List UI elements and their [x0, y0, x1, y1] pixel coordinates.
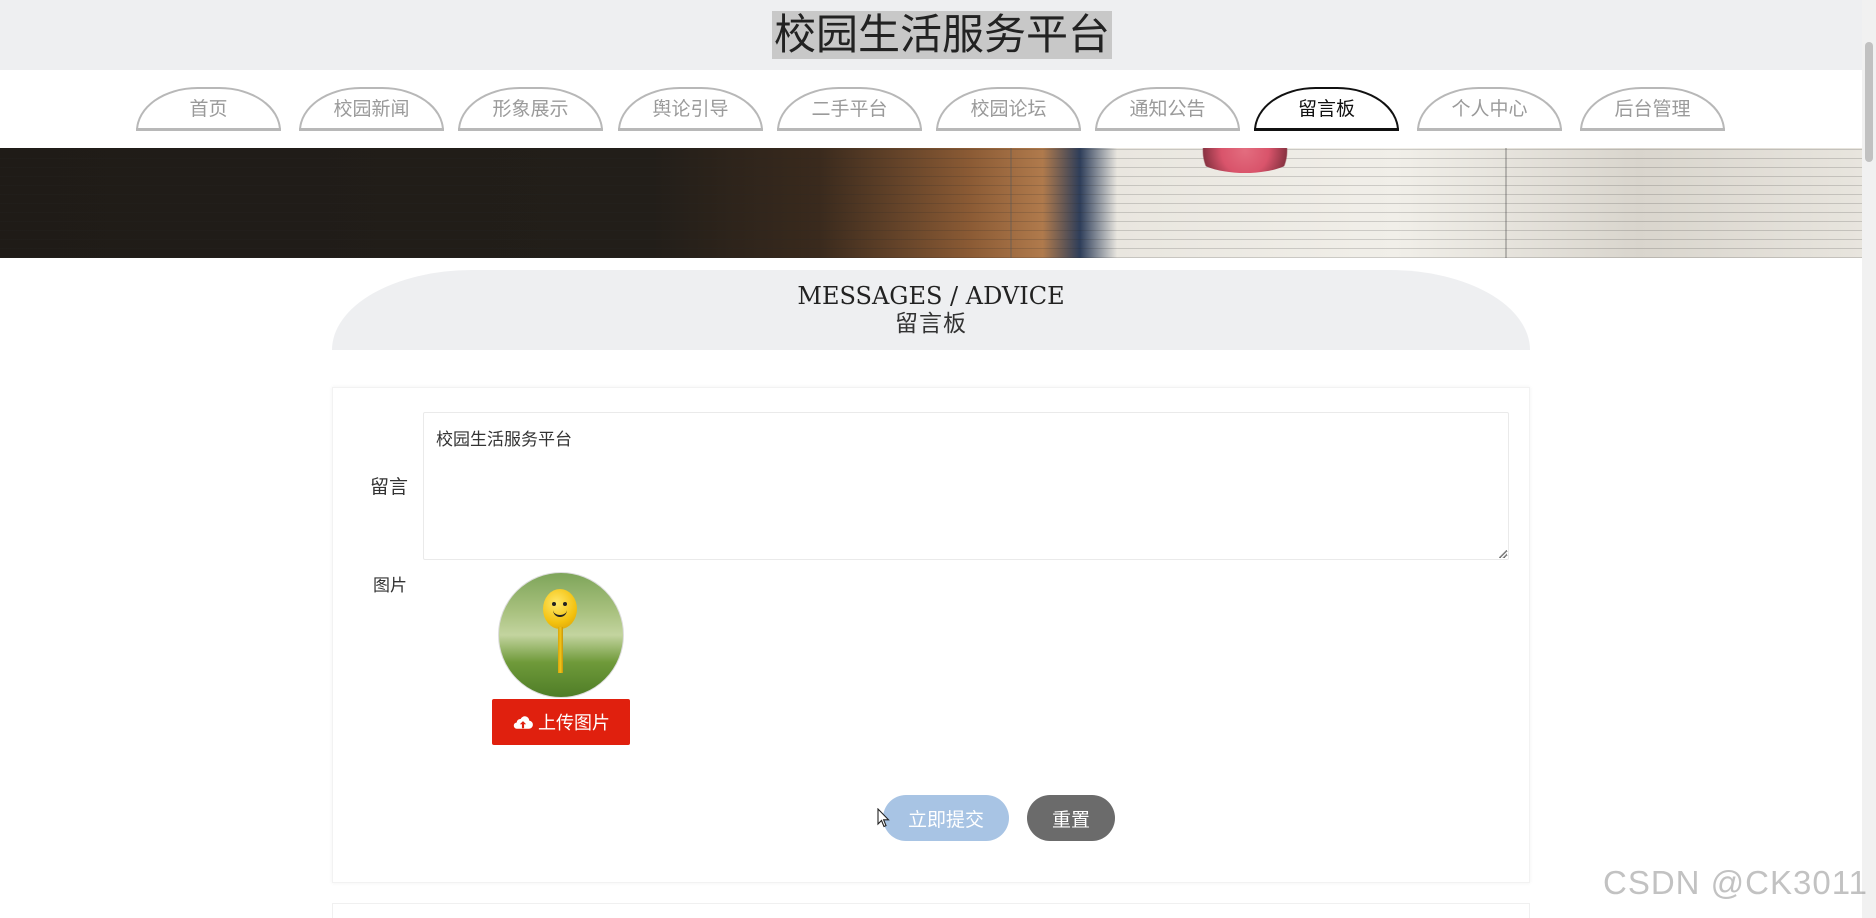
- main-nav: 首页 校园新闻 形象展示 舆论引导 二手平台 校园论坛 通知公告 留言板 个人中…: [0, 70, 1876, 148]
- message-label: 留言: [370, 476, 409, 498]
- banner-page-edge: [1010, 148, 1012, 258]
- section-title-en: MESSAGES / ADVICE: [797, 282, 1065, 310]
- smiley-ball: [543, 589, 577, 629]
- reset-button[interactable]: 重置: [1027, 795, 1115, 841]
- nav-item-campus-forum[interactable]: 校园论坛: [936, 87, 1081, 131]
- banner-page-fold: [1505, 148, 1507, 258]
- page-scrollbar[interactable]: [1862, 0, 1876, 918]
- image-label: 图片: [373, 576, 407, 596]
- nav-item-home[interactable]: 首页: [136, 87, 281, 131]
- submit-button[interactable]: 立即提交: [883, 795, 1009, 841]
- nav-item-public-opinion[interactable]: 舆论引导: [618, 87, 763, 131]
- nav-item-personal-center[interactable]: 个人中心: [1417, 87, 1562, 131]
- banner-image: [0, 148, 1862, 258]
- textarea-resize-handle[interactable]: [1499, 550, 1507, 558]
- nav-item-second-hand[interactable]: 二手平台: [777, 87, 922, 131]
- upload-image-button[interactable]: 上传图片: [492, 699, 630, 745]
- nav-item-campus-news[interactable]: 校园新闻: [299, 87, 444, 131]
- nav-item-notices[interactable]: 通知公告: [1095, 87, 1240, 131]
- scrollbar-thumb[interactable]: [1865, 42, 1873, 162]
- upload-button-label: 上传图片: [538, 713, 610, 734]
- message-textarea[interactable]: [423, 412, 1509, 560]
- banner-rose: [1190, 148, 1300, 173]
- site-header: 校园生活服务平台: [0, 0, 1876, 70]
- cloud-upload-icon: [513, 716, 533, 729]
- uploaded-image-preview: [498, 572, 624, 698]
- nav-item-image-show[interactable]: 形象展示: [458, 87, 603, 131]
- mouse-pointer-icon: [877, 808, 890, 828]
- section-header: MESSAGES / ADVICE 留言板: [332, 270, 1530, 350]
- nav-item-admin[interactable]: 后台管理: [1580, 87, 1725, 131]
- site-title: 校园生活服务平台: [772, 10, 1113, 59]
- next-card-edge: [332, 903, 1530, 918]
- tee-stem: [558, 627, 563, 673]
- section-title-cn: 留言板: [895, 311, 967, 337]
- nav-item-message-board[interactable]: 留言板: [1254, 87, 1399, 131]
- message-form: 留言 图片 上传图片 立即提交 重置: [332, 387, 1530, 883]
- watermark: CSDN @CK3011: [1603, 864, 1868, 901]
